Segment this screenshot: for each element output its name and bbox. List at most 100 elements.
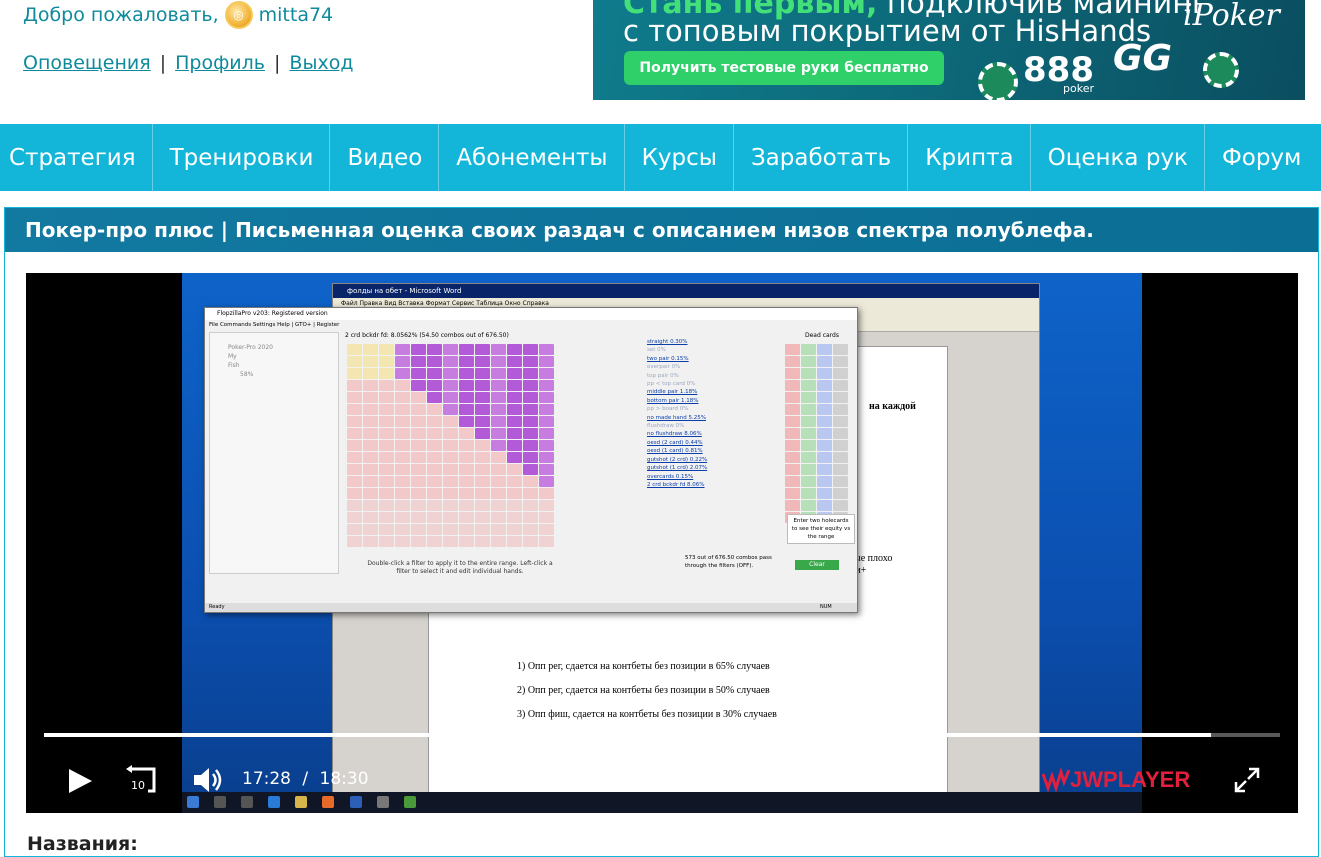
dead-card-cell <box>817 404 832 415</box>
flopzilla-window: FlopzillaPro v203: Registered version Fi… <box>204 307 858 613</box>
range-cell <box>443 344 458 355</box>
range-cell <box>507 404 522 415</box>
filter-stat: top pair 0% <box>647 372 679 379</box>
progress-bar[interactable] <box>44 733 1280 737</box>
dead-card-cell <box>817 428 832 439</box>
range-cell <box>459 464 474 475</box>
range-cell <box>395 452 410 463</box>
range-cell <box>491 500 506 511</box>
range-cell <box>539 488 554 499</box>
range-cell <box>395 368 410 379</box>
banner-cta-button[interactable]: Получить тестовые руки бесплатно <box>624 51 944 85</box>
filter-stat: pp < top card 0% <box>647 381 696 388</box>
nav-item-forum[interactable]: Форум <box>1205 124 1317 191</box>
duration: 18:30 <box>319 769 369 789</box>
range-cell <box>363 356 378 367</box>
filter-stat: gutshot (1 crd) 2.07% <box>647 465 708 472</box>
range-cell <box>427 512 442 523</box>
dead-card-cell <box>817 416 832 427</box>
range-cell <box>443 392 458 403</box>
range-cell <box>411 380 426 391</box>
nav-item-trainings[interactable]: Тренировки <box>153 124 331 191</box>
range-cell <box>427 464 442 475</box>
rewind-10-button[interactable]: 10 <box>126 765 160 797</box>
play-button[interactable] <box>66 767 94 795</box>
nav-item-strategy[interactable]: Стратегия <box>0 124 153 191</box>
range-grid <box>347 344 554 547</box>
range-cell <box>427 404 442 415</box>
range-cell <box>443 476 458 487</box>
video-player[interactable]: фолды на обет - Microsoft Word Файл Прав… <box>26 273 1298 813</box>
range-cell <box>459 416 474 427</box>
logout-link[interactable]: Выход <box>289 52 353 74</box>
dead-card-cell <box>833 344 848 355</box>
range-cell <box>395 524 410 535</box>
poker-chip-icon <box>1203 52 1239 88</box>
dead-card-cell <box>801 380 816 391</box>
range-cell <box>475 524 490 535</box>
filter-stat: no made hand 5.25% <box>647 414 707 421</box>
range-cell <box>539 524 554 535</box>
range-cell <box>427 440 442 451</box>
range-cell <box>443 512 458 523</box>
dead-card-cell <box>801 356 816 367</box>
filter-stat: middle pair 1.18% <box>647 389 698 396</box>
volume-button[interactable] <box>192 765 226 795</box>
range-cell <box>443 404 458 415</box>
word-line-2: 2) Опп рег, сдается на контбеты без пози… <box>517 685 770 696</box>
range-cell <box>427 524 442 535</box>
range-cell <box>347 416 362 427</box>
username[interactable]: mitta74 <box>259 4 334 26</box>
dead-card-cell <box>833 428 848 439</box>
range-cell <box>507 500 522 511</box>
profile-link[interactable]: Профиль <box>175 52 265 74</box>
range-cell <box>411 392 426 403</box>
range-cell <box>347 344 362 355</box>
nav-item-crypto[interactable]: Крипта <box>908 124 1031 191</box>
notifications-link[interactable]: Оповещения <box>23 52 151 74</box>
jwplayer-logo[interactable]: JWPLAYER <box>1042 767 1190 793</box>
range-cell <box>523 536 538 547</box>
range-cell <box>363 476 378 487</box>
flopzilla-header: 2 crd bckdr fd: 8.0562% (54.50 combos ou… <box>345 332 509 339</box>
range-cell <box>459 476 474 487</box>
range-cell <box>523 500 538 511</box>
status-num: NUM <box>820 604 832 610</box>
range-cell <box>427 344 442 355</box>
dead-card-cell <box>833 500 848 511</box>
nav-item-subscriptions[interactable]: Абонементы <box>439 124 625 191</box>
range-tree: Poker-Pro 2020 My Fish 58% <box>209 332 339 574</box>
range-cell <box>507 524 522 535</box>
range-cell <box>491 536 506 547</box>
range-cell <box>523 392 538 403</box>
range-cell <box>507 464 522 475</box>
range-cell <box>491 476 506 487</box>
range-cell <box>443 416 458 427</box>
range-cell <box>379 524 394 535</box>
ad-banner[interactable]: Стань первым, подключив майнинг с топовы… <box>593 0 1305 100</box>
nav-item-hand-review[interactable]: Оценка рук <box>1031 124 1205 191</box>
range-cell <box>395 392 410 403</box>
range-cell <box>459 356 474 367</box>
range-cell <box>379 428 394 439</box>
range-cell <box>411 488 426 499</box>
range-cell <box>411 344 426 355</box>
nav-item-earn[interactable]: Заработать <box>734 124 909 191</box>
dead-cards-grid <box>785 344 848 523</box>
fullscreen-button[interactable] <box>1234 767 1260 793</box>
range-cell <box>459 452 474 463</box>
range-cell <box>443 536 458 547</box>
nav-item-video[interactable]: Видео <box>330 124 440 191</box>
nav-item-courses[interactable]: Курсы <box>625 124 734 191</box>
range-cell <box>347 380 362 391</box>
range-cell <box>395 512 410 523</box>
range-cell <box>411 536 426 547</box>
filter-stats: straight 0.30% set 0% two pair 0.15% overpa… <box>647 338 782 489</box>
range-cell <box>459 368 474 379</box>
word-icon <box>349 796 362 808</box>
edge-icon <box>268 796 281 808</box>
range-cell <box>507 476 522 487</box>
range-cell <box>475 404 490 415</box>
dead-card-cell <box>817 476 832 487</box>
range-cell <box>379 536 394 547</box>
